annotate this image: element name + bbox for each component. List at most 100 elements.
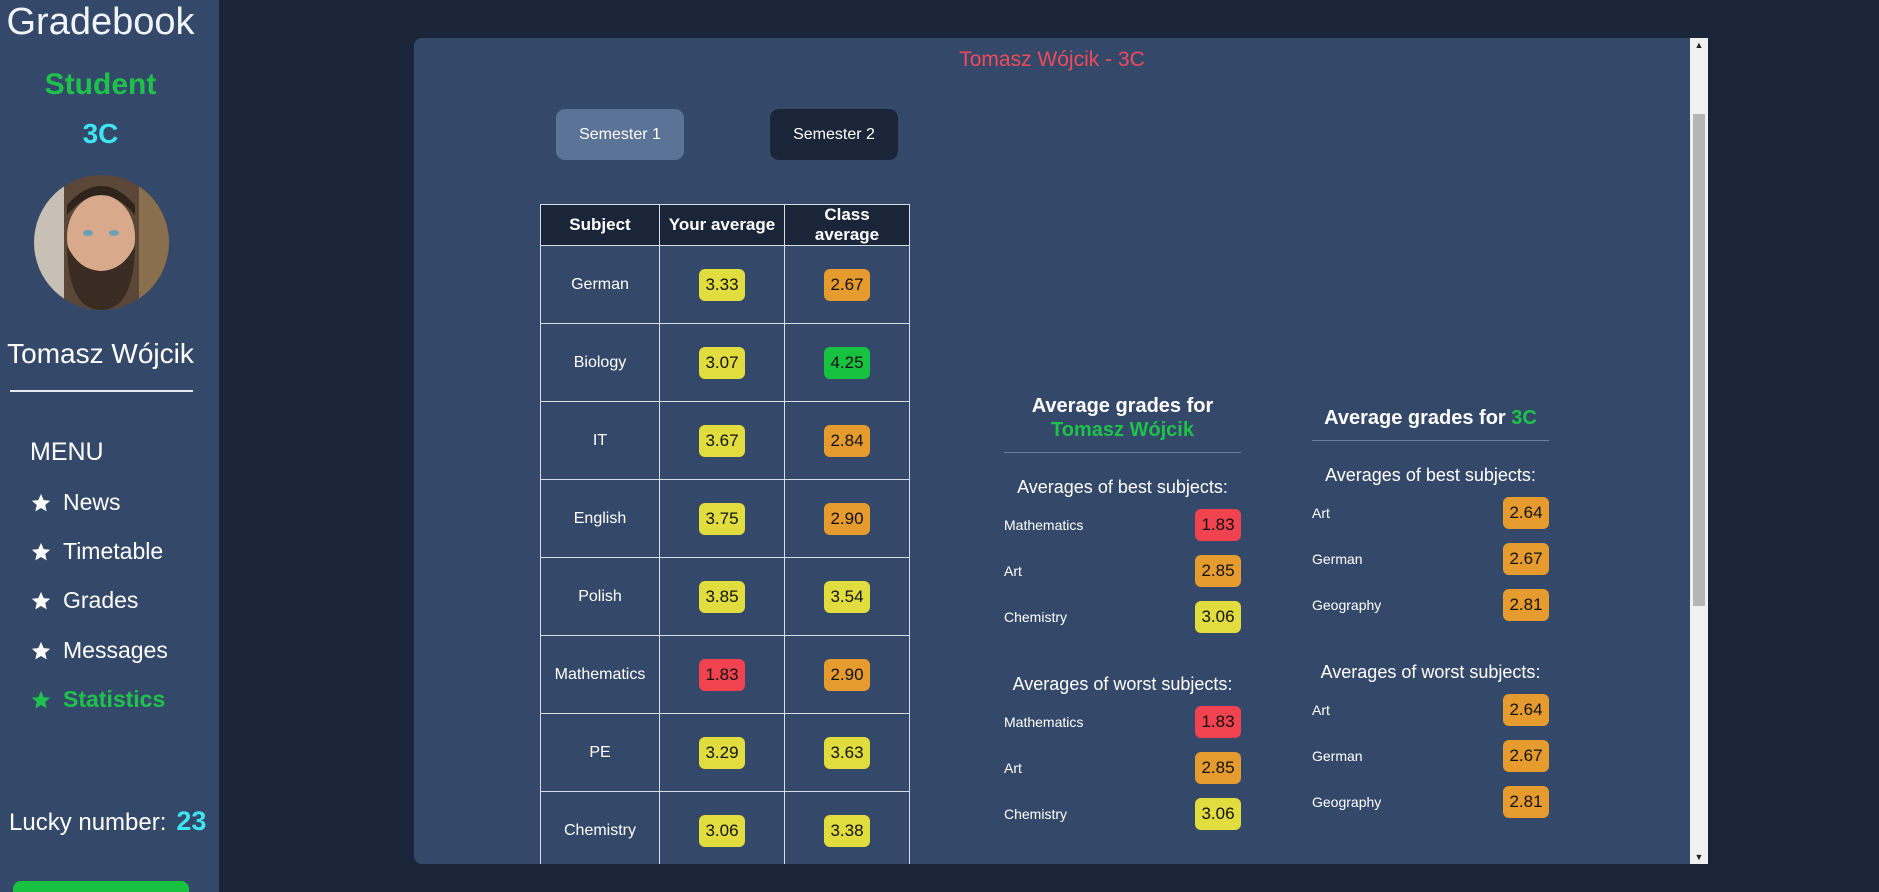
scroll-up-icon[interactable]: ▲ xyxy=(1690,38,1708,52)
averages-table: Subject Your average Class average Germa… xyxy=(540,204,910,864)
subject-name: Polish xyxy=(578,587,622,605)
menu-item-label: Grades xyxy=(63,587,139,613)
class-average-badge: 3.54 xyxy=(824,580,870,613)
worst-subjects-heading: Averages of worst subjects: xyxy=(1320,662,1541,682)
average-badge: 2.81 xyxy=(1503,589,1549,621)
your-average-cell: 1.83 xyxy=(659,635,785,714)
your-average-badge: 3.75 xyxy=(699,502,745,535)
subject-name: German xyxy=(1312,551,1363,567)
subject-name: Biology xyxy=(573,353,627,371)
best-subjects-heading: Averages of best subjects: xyxy=(1325,465,1536,485)
table-row: Chemistry 3.06 3.38 xyxy=(540,791,910,864)
subject-cell: Polish xyxy=(540,557,660,636)
average-badge: 2.64 xyxy=(1503,497,1549,529)
list-item: Geography 2.81 xyxy=(1312,779,1549,825)
best-subjects-heading: Averages of best subjects: xyxy=(1017,477,1228,497)
class-average-badge: 3.38 xyxy=(824,814,870,847)
subject-cell: IT xyxy=(540,401,660,480)
subject-cell: PE xyxy=(540,713,660,792)
average-badge: 2.67 xyxy=(1503,740,1549,772)
star-icon xyxy=(31,641,51,659)
class-average-cell: 4.25 xyxy=(784,323,910,402)
subject-name: Chemistry xyxy=(1004,609,1068,625)
star-icon xyxy=(31,690,51,708)
user-role: Student xyxy=(44,68,157,101)
table-row: English 3.75 2.90 xyxy=(540,479,910,558)
class-average-cell: 3.63 xyxy=(784,713,910,792)
scroll-thumb[interactable] xyxy=(1693,114,1705,606)
class-average-badge: 2.67 xyxy=(824,268,870,301)
list-item: Chemistry 3.06 xyxy=(1004,594,1241,640)
class-average-badge: 2.84 xyxy=(824,424,870,457)
menu-item-timetable[interactable]: Timetable xyxy=(30,538,163,565)
average-badge: 2.85 xyxy=(1195,555,1241,587)
menu-item-label: Statistics xyxy=(63,686,166,712)
subject-cell: German xyxy=(540,245,660,324)
subject-name: PE xyxy=(589,743,611,761)
column-header: Your average xyxy=(659,204,785,246)
table-row: PE 3.29 3.63 xyxy=(540,713,910,792)
sidebar: Gradebook Student 3C Tomasz Wójcik MENU … xyxy=(0,0,219,892)
list-item: Mathematics 1.83 xyxy=(1004,502,1241,548)
star-icon xyxy=(31,591,51,609)
subject-name: Art xyxy=(1004,563,1022,579)
class-average-cell: 3.38 xyxy=(784,791,910,864)
subject-cell: English xyxy=(540,479,660,558)
subject-name: German xyxy=(1312,748,1363,764)
student-stats: Average grades for Tomasz Wójcik Average… xyxy=(1004,394,1241,837)
table-row: Mathematics 1.83 2.90 xyxy=(540,635,910,714)
class-average-badge: 3.63 xyxy=(824,736,870,769)
class-average-badge: 2.90 xyxy=(824,502,870,535)
your-average-badge: 3.33 xyxy=(699,268,745,301)
your-average-badge: 3.06 xyxy=(699,814,745,847)
class-average-cell: 2.90 xyxy=(784,635,910,714)
your-average-cell: 3.07 xyxy=(659,323,785,402)
subject-cell: Biology xyxy=(540,323,660,402)
subject-name: Geography xyxy=(1312,794,1382,810)
list-item: Geography 2.81 xyxy=(1312,582,1549,628)
lucky-number: Lucky number: 23 xyxy=(9,806,206,837)
subject-name: IT xyxy=(592,431,608,449)
list-item: Art 2.85 xyxy=(1004,548,1241,594)
class-stats-heading: Average grades for 3C xyxy=(1312,406,1549,430)
average-badge: 1.83 xyxy=(1195,509,1241,541)
your-average-badge: 3.85 xyxy=(699,580,745,613)
your-average-cell: 3.85 xyxy=(659,557,785,636)
class-average-cell: 3.54 xyxy=(784,557,910,636)
semester-1-button[interactable]: Semester 1 xyxy=(556,109,684,160)
average-badge: 3.06 xyxy=(1195,601,1241,633)
list-item: Chemistry 3.06 xyxy=(1004,791,1241,837)
menu-item-statistics[interactable]: Statistics xyxy=(30,686,165,713)
menu-item-messages[interactable]: Messages xyxy=(30,637,168,664)
table-row: IT 3.67 2.84 xyxy=(540,401,910,480)
menu-item-news[interactable]: News xyxy=(30,489,121,516)
scrollbar[interactable]: ▲ ▼ xyxy=(1690,38,1708,864)
logout-button[interactable] xyxy=(13,881,189,892)
subject-name: Mathematics xyxy=(1004,714,1084,730)
user-name: Tomasz Wójcik xyxy=(7,338,194,369)
class-average-cell: 2.67 xyxy=(784,245,910,324)
semester-2-button[interactable]: Semester 2 xyxy=(770,109,898,160)
your-average-badge: 3.07 xyxy=(699,346,745,379)
your-average-cell: 3.67 xyxy=(659,401,785,480)
list-item: Art 2.64 xyxy=(1312,687,1549,733)
menu-item-grades[interactable]: Grades xyxy=(30,587,138,614)
app-title: Gradebook xyxy=(6,1,195,43)
list-item: Art 2.64 xyxy=(1312,490,1549,536)
average-badge: 2.81 xyxy=(1503,786,1549,818)
subject-name: Mathematics xyxy=(554,665,646,683)
average-badge: 1.83 xyxy=(1195,706,1241,738)
average-badge: 3.06 xyxy=(1195,798,1241,830)
your-average-cell: 3.33 xyxy=(659,245,785,324)
list-item: Art 2.85 xyxy=(1004,745,1241,791)
your-average-badge: 3.67 xyxy=(699,424,745,457)
average-badge: 2.85 xyxy=(1195,752,1241,784)
user-class: 3C xyxy=(82,118,119,149)
subject-cell: Chemistry xyxy=(540,791,660,864)
class-average-cell: 2.84 xyxy=(784,401,910,480)
scroll-down-icon[interactable]: ▼ xyxy=(1690,850,1708,864)
subject-name: Chemistry xyxy=(563,821,636,839)
subject-name: Mathematics xyxy=(1004,517,1084,533)
heading-student-name: Tomasz Wójcik xyxy=(1051,419,1194,441)
subject-name: Chemistry xyxy=(1004,806,1068,822)
